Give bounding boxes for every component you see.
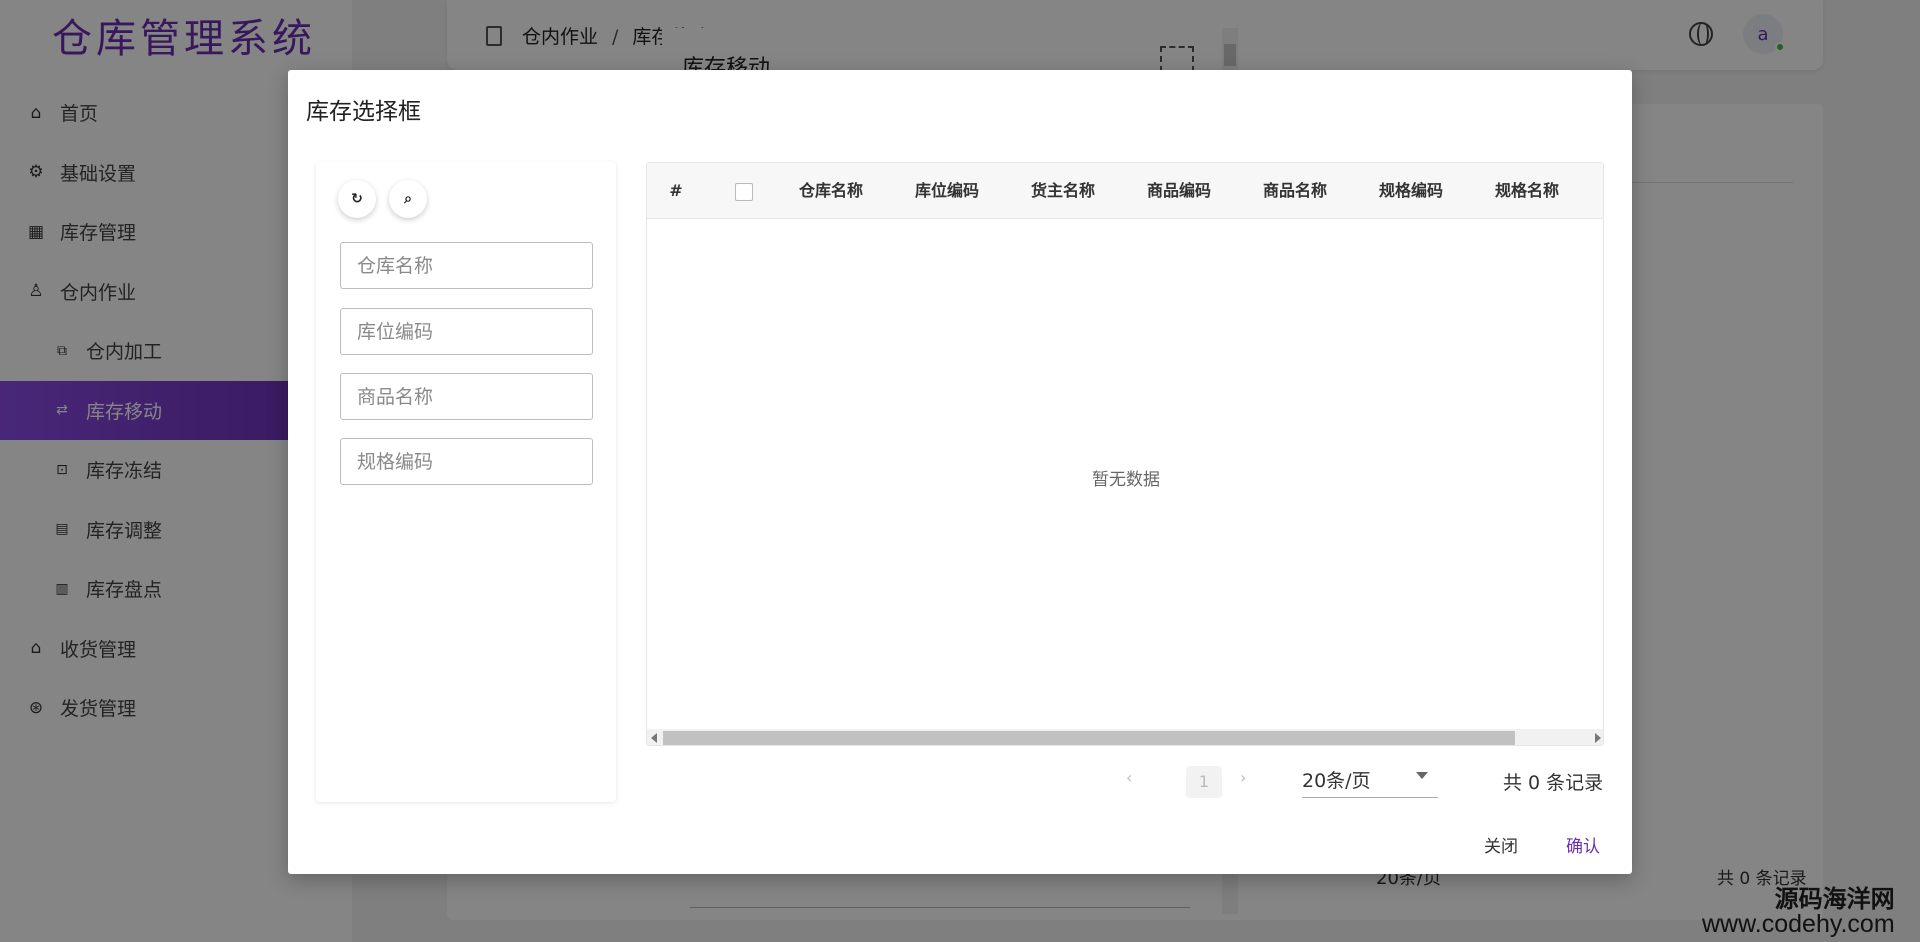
search-button[interactable]: ⌕: [389, 180, 427, 218]
column-header-goods-code[interactable]: 商品编码: [1131, 163, 1227, 219]
page-number-current[interactable]: 1: [1186, 766, 1222, 798]
pagination: ‹ 1 › 20条/页 共 0 条记录: [288, 760, 1632, 800]
stock-select-modal: 库存选择框 ↻ ⌕ # 仓库名称 库位编码 货主名称 商品编码 商品名称 规格编…: [288, 70, 1632, 874]
column-header-owner-name[interactable]: 货主名称: [1015, 163, 1111, 219]
total-records: 共 0 条记录: [1503, 772, 1604, 794]
chevron-down-icon: [1416, 772, 1428, 779]
column-header-spec-code[interactable]: 规格编码: [1363, 163, 1459, 219]
table-header: # 仓库名称 库位编码 货主名称 商品编码 商品名称 规格编码 规格名称: [647, 163, 1603, 219]
modal-title: 库存选择框: [306, 99, 421, 125]
column-header-warehouse-name[interactable]: 仓库名称: [783, 163, 879, 219]
next-page-button[interactable]: ›: [1240, 768, 1246, 787]
watermark-url: www.codehy.com: [1702, 910, 1895, 939]
horizontal-scrollbar[interactable]: [647, 729, 1603, 745]
spec-code-input[interactable]: [340, 438, 593, 485]
scroll-right-arrow-icon[interactable]: [1595, 733, 1601, 743]
page-size-select[interactable]: 20条/页: [1302, 764, 1438, 798]
page-size-value: 20条/页: [1302, 770, 1371, 792]
column-header-location-code[interactable]: 库位编码: [899, 163, 995, 219]
confirm-button[interactable]: 确认: [1566, 832, 1600, 857]
empty-state-text: 暂无数据: [1092, 470, 1160, 490]
scroll-left-arrow-icon[interactable]: [651, 733, 657, 743]
column-header-spec-name[interactable]: 规格名称: [1479, 163, 1575, 219]
close-button[interactable]: 关闭: [1484, 832, 1518, 857]
warehouse-name-input[interactable]: [340, 242, 593, 289]
refresh-icon: ↻: [351, 191, 363, 207]
location-code-input[interactable]: [340, 308, 593, 355]
column-header-goods-name[interactable]: 商品名称: [1247, 163, 1343, 219]
watermark-cn: 源码海洋网: [1774, 884, 1895, 913]
prev-page-button[interactable]: ‹: [1126, 768, 1132, 787]
select-all-checkbox[interactable]: [735, 183, 753, 201]
watermark: 源码海洋网 www.codehy.com: [1702, 884, 1895, 939]
column-header-index: #: [669, 181, 683, 200]
refresh-button[interactable]: ↻: [338, 180, 376, 218]
goods-name-input[interactable]: [340, 373, 593, 420]
filter-panel: ↻ ⌕: [316, 162, 616, 802]
scrollbar-thumb[interactable]: [663, 731, 1515, 745]
stock-table: # 仓库名称 库位编码 货主名称 商品编码 商品名称 规格编码 规格名称 暂无数…: [646, 162, 1604, 746]
search-icon: ⌕: [404, 191, 412, 207]
